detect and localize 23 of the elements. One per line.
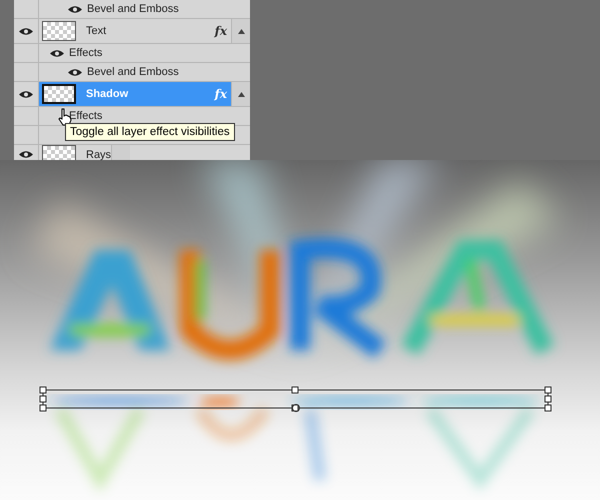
tooltip: Toggle all layer effect visibilities <box>65 123 235 141</box>
eye-icon[interactable] <box>68 4 82 14</box>
effects-row[interactable]: Effects <box>14 44 250 63</box>
layer-thumbnail <box>42 84 76 104</box>
eye-icon[interactable] <box>50 48 64 58</box>
eye-icon[interactable] <box>19 90 33 98</box>
layer-thumbnail <box>42 21 76 41</box>
effects-label: Effects <box>69 110 102 122</box>
layer-name: Shadow <box>86 88 128 100</box>
fx-label[interactable]: fx <box>214 24 227 38</box>
effect-name: Bevel and Emboss <box>87 66 179 78</box>
layer-thumbnail <box>42 144 76 160</box>
layer-name: Text <box>86 25 106 37</box>
eye-icon[interactable] <box>68 68 82 76</box>
layer-row[interactable]: Text fx <box>14 19 250 44</box>
effect-name: Bevel and Emboss <box>87 3 179 15</box>
collapse-arrow-icon[interactable] <box>238 28 244 34</box>
transform-bounding-box[interactable] <box>40 386 552 412</box>
layer-name: Rays <box>86 148 112 160</box>
eye-icon[interactable] <box>19 150 33 159</box>
eye-icon[interactable] <box>19 26 33 36</box>
effects-label: Effects <box>69 47 102 59</box>
collapse-arrow-icon[interactable] <box>238 92 244 96</box>
